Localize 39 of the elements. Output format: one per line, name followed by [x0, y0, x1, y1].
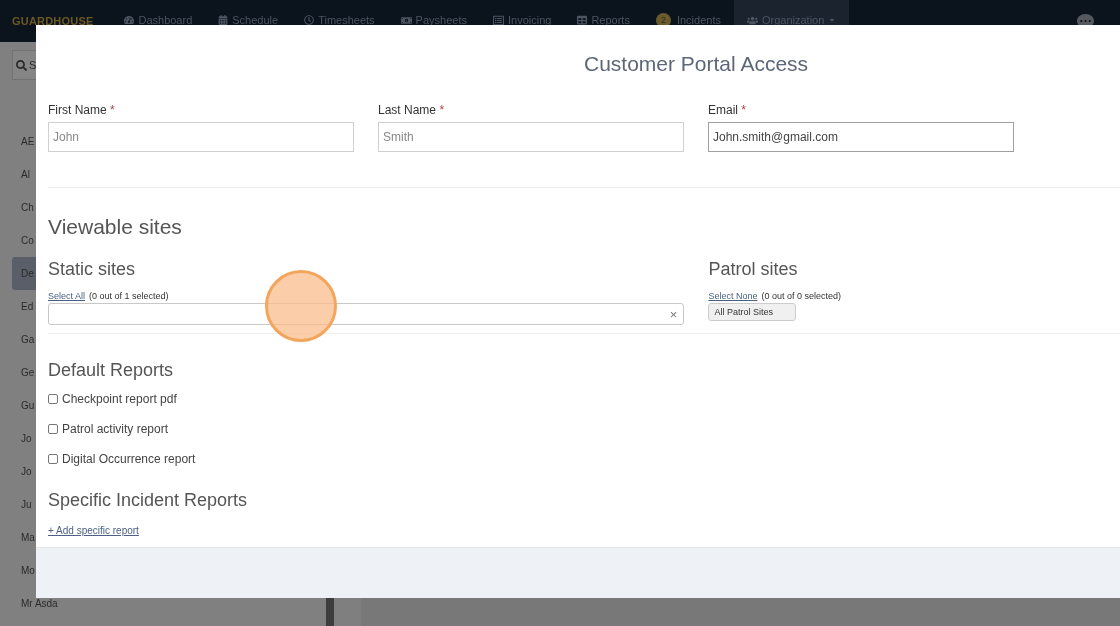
checkbox[interactable]: [48, 394, 58, 404]
select-none-link[interactable]: Select None: [708, 291, 758, 301]
calendar-icon: [218, 15, 229, 25]
nav-item[interactable]: Reports: [564, 0, 643, 42]
subsection-heading: Static sites: [48, 259, 137, 280]
users-icon: [746, 14, 758, 26]
nav-item[interactable]: Invoicing: [480, 0, 565, 42]
checkbox-label: Patrol activity report: [62, 422, 169, 436]
nav-item[interactable]: Paysheets: [387, 0, 480, 42]
banknote-icon: [400, 14, 412, 26]
section-heading: Specific Incident Reports: [48, 490, 249, 511]
modal-title: Customer Portal Access: [583, 51, 810, 77]
search-icon: [16, 59, 27, 71]
section-heading: Viewable sites: [48, 215, 183, 239]
selection-count: (0 out of 0 selected): [761, 291, 841, 301]
clear-icon[interactable]: ×: [669, 306, 678, 322]
site-tag[interactable]: All Patrol Sites: [708, 303, 796, 321]
nav-item[interactable]: Dashboard: [111, 0, 206, 42]
subsection-heading: Patrol sites: [708, 259, 799, 280]
field-label: Email *: [708, 103, 748, 117]
checkbox[interactable]: [48, 424, 58, 434]
checkbox[interactable]: [48, 454, 58, 464]
selection-count: (0 out of 1 selected): [89, 291, 169, 301]
clock-icon: [304, 15, 315, 25]
gauge-icon: [124, 15, 135, 25]
select-all-link[interactable]: Select All: [48, 291, 86, 301]
nav-item[interactable]: Schedule: [205, 0, 292, 42]
nav-item[interactable]: Timesheets: [291, 0, 388, 42]
table-icon: [577, 15, 588, 25]
text-field[interactable]: Smith: [378, 122, 684, 152]
list-icon: [493, 14, 504, 26]
section-heading: Default Reports: [48, 360, 175, 381]
checkbox-label: Digital Occurrence report: [62, 452, 196, 466]
text-field[interactable]: John: [48, 122, 354, 152]
text-field[interactable]: John.smith@gmail.com: [708, 122, 1014, 152]
checkbox-label: Checkpoint report pdf: [62, 392, 177, 406]
add-report-link[interactable]: + Add specific report: [48, 525, 139, 536]
field-label: First Name *: [48, 103, 116, 117]
field-label: Last Name *: [378, 103, 446, 117]
